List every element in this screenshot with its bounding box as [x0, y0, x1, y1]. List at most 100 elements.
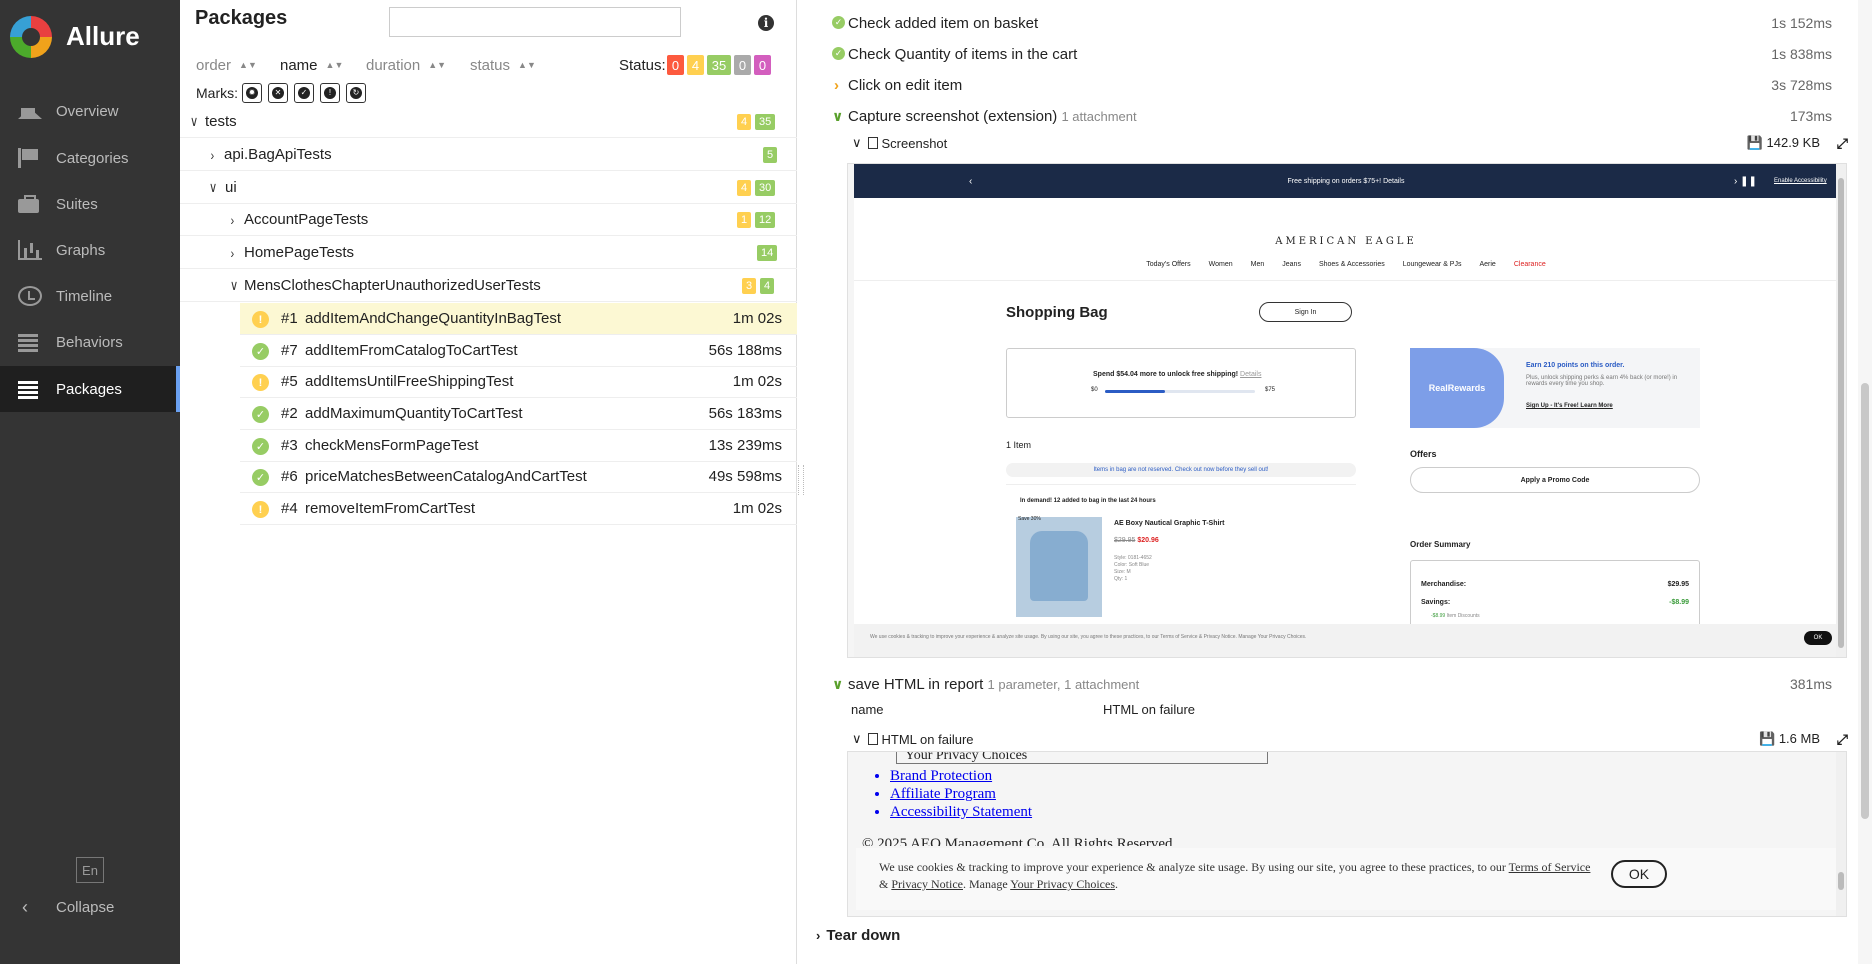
retries-icon[interactable]: ↻ [346, 83, 366, 103]
sidebar-item-label: Timeline [56, 287, 113, 305]
step-label: Click on edit item [848, 76, 963, 94]
new-broken-icon[interactable]: ! [320, 83, 340, 103]
sidebar-item-overview[interactable]: Overview [0, 88, 180, 134]
pane-resize-handle[interactable] [798, 465, 804, 495]
status-unknown-badge[interactable]: 0 [754, 55, 771, 75]
html-preview-scrollbar[interactable] [1836, 752, 1846, 916]
sidebar-item-suites[interactable]: Suites [0, 181, 180, 227]
privacy-link[interactable]: Privacy Notice [891, 877, 963, 891]
group-label: ui [225, 179, 237, 196]
broken-count: 4 [737, 114, 752, 130]
shipping-box: Spend $54.04 more to unlock free shippin… [1006, 348, 1356, 418]
broken-count: 1 [737, 212, 752, 228]
test-duration: 1m 02s [732, 310, 782, 327]
step-duration: 173ms [1789, 108, 1832, 124]
step-label: save HTML in report 1 parameter, 1 attac… [848, 675, 1140, 693]
test-row[interactable]: ✓ #2 addMaximumQuantityToCartTest 56s 18… [240, 398, 797, 430]
terms-link[interactable]: Terms of Service [1509, 860, 1591, 874]
sidebar-item-label: Categories [56, 149, 129, 167]
app-title[interactable]: Allure [66, 21, 140, 52]
group-label: MensClothesChapterUnauthorizedUserTests [244, 277, 541, 294]
details-scrollbar[interactable] [1858, 0, 1872, 964]
teardown-section[interactable]: › Tear down [816, 927, 900, 944]
expand-icon[interactable]: ⤢ [1837, 731, 1848, 748]
status-broken-badge[interactable]: 4 [687, 55, 704, 75]
flaky-icon[interactable]: ✹ [242, 83, 262, 103]
sort-duration[interactable]: duration ▲▼ [366, 57, 446, 74]
test-name: addItemFromCatalogToCartTest [305, 342, 518, 359]
rewards-banner: RealRewards Earn 210 points on this orde… [1410, 348, 1700, 428]
sort-name[interactable]: name ▲▼ [280, 57, 343, 74]
sort-order[interactable]: order ▲▼ [196, 57, 257, 74]
order-summary-box: Merchandise: $29.95 Savings: -$8.99 -$8.… [1410, 560, 1700, 630]
step-attachments-count: 1 attachment [1061, 108, 1137, 124]
step-row[interactable]: ∨ Capture screenshot (extension) 1 attac… [832, 106, 1832, 126]
status-skipped-badge[interactable]: 0 [734, 55, 751, 75]
copyright-text: © 2025 AEO Management Co. All Rights Res… [862, 836, 1177, 846]
test-row[interactable]: ✓ #7 addItemFromCatalogToCartTest 56s 18… [240, 335, 797, 367]
step-row[interactable]: ✓ Check Quantity of items in the cart 1s… [832, 44, 1832, 64]
status-filter-label: Status: [619, 57, 666, 74]
screenshot-scrollbar[interactable] [1836, 164, 1846, 657]
tree-group-ui[interactable]: ∨ ui 4 30 [180, 172, 797, 204]
new-passed-icon[interactable]: ✓ [294, 83, 314, 103]
tree-group-mens[interactable]: ∨ MensClothesChapterUnauthorizedUserTest… [180, 270, 797, 302]
sidebar-item-graphs[interactable]: Graphs [0, 227, 180, 273]
group-label: HomePageTests [244, 244, 355, 261]
sort-icon: ▲▼ [239, 60, 257, 70]
footer-link[interactable]: Brand Protection [890, 768, 1032, 786]
page-title: Packages [195, 7, 288, 29]
chevron-right-icon: › [834, 76, 839, 94]
cookie-ok-button[interactable]: OK [1611, 860, 1667, 888]
step-row[interactable]: › Click on edit item 3s 728ms [832, 75, 1832, 95]
footer-link[interactable]: Affiliate Program [890, 786, 1032, 804]
sort-status[interactable]: status ▲▼ [470, 57, 536, 74]
screenshot-preview[interactable]: ‹ Free shipping on orders $75+! Details … [847, 163, 1847, 658]
collapse-button[interactable]: ‹ Collapse [22, 897, 114, 918]
status-passed-badge[interactable]: 35 [707, 55, 731, 75]
step-row[interactable]: ∨ save HTML in report 1 parameter, 1 att… [832, 674, 1832, 694]
html-preview-frame[interactable]: Your Privacy Choices Brand Protection Af… [847, 751, 1847, 917]
sidebar-item-packages[interactable]: Packages [0, 366, 180, 412]
attachment-header[interactable]: ∨ HTML on failure 💾 1.6 MB ⤢ [852, 730, 1850, 748]
test-row[interactable]: ✓ #3 checkMensFormPageTest 13s 239ms [240, 430, 797, 462]
new-failed-icon[interactable]: ✕ [268, 83, 288, 103]
chevron-down-icon: ∨ [852, 135, 862, 150]
store-logo: AMERICAN EAGLE [1275, 236, 1417, 247]
test-duration: 49s 598ms [708, 468, 782, 485]
tree-group-tests[interactable]: ∨ tests 4 35 [180, 106, 797, 138]
test-number: #6 [281, 468, 298, 485]
marks-label: Marks: [196, 85, 238, 101]
briefcase-icon [18, 194, 42, 214]
sidebar-item-categories[interactable]: Categories [0, 135, 180, 181]
language-switcher[interactable]: En [76, 857, 104, 883]
tree-group-account[interactable]: › AccountPageTests 1 12 [180, 204, 797, 236]
expand-icon[interactable]: ⤢ [1837, 135, 1848, 152]
passed-count: 5 [763, 147, 778, 163]
test-name: removeItemFromCartTest [305, 500, 476, 517]
tree-group-api[interactable]: › api.BagApiTests 5 [180, 139, 797, 171]
search-input[interactable] [389, 7, 681, 37]
info-icon[interactable]: i [758, 15, 774, 31]
sidebar-item-behaviors[interactable]: Behaviors [0, 319, 180, 365]
privacy-choices-link[interactable]: Your Privacy Choices [1010, 877, 1115, 891]
test-row[interactable]: ! #4 removeItemFromCartTest 1m 02s [240, 493, 797, 525]
passed-count: 30 [755, 180, 776, 196]
group-label: tests [205, 113, 237, 130]
step-label: Check Quantity of items in the cart [848, 45, 1078, 63]
step-row[interactable]: ✓ Check added item on basket 1s 152ms [832, 13, 1832, 33]
sidebar-item-timeline[interactable]: Timeline [0, 273, 180, 319]
test-duration: 56s 188ms [708, 342, 782, 359]
status-failed-badge[interactable]: 0 [667, 55, 684, 75]
allure-logo[interactable] [10, 16, 52, 58]
test-name: checkMensFormPageTest [305, 437, 479, 454]
step-duration: 3s 728ms [1771, 77, 1832, 93]
test-duration: 1m 02s [732, 500, 782, 517]
attachment-header[interactable]: ∨ Screenshot 💾 142.9 KB ⤢ [852, 134, 1850, 152]
tree-group-home[interactable]: › HomePageTests 14 [180, 237, 797, 269]
test-name: addItemsUntilFreeShippingTest [305, 373, 514, 390]
test-row[interactable]: ✓ #6 priceMatchesBetweenCatalogAndCartTe… [240, 461, 797, 493]
test-row[interactable]: ! #5 addItemsUntilFreeShippingTest 1m 02… [240, 366, 797, 398]
footer-link[interactable]: Accessibility Statement [890, 804, 1032, 822]
test-row[interactable]: ! #1 addItemAndChangeQuantityInBagTest 1… [240, 303, 797, 335]
